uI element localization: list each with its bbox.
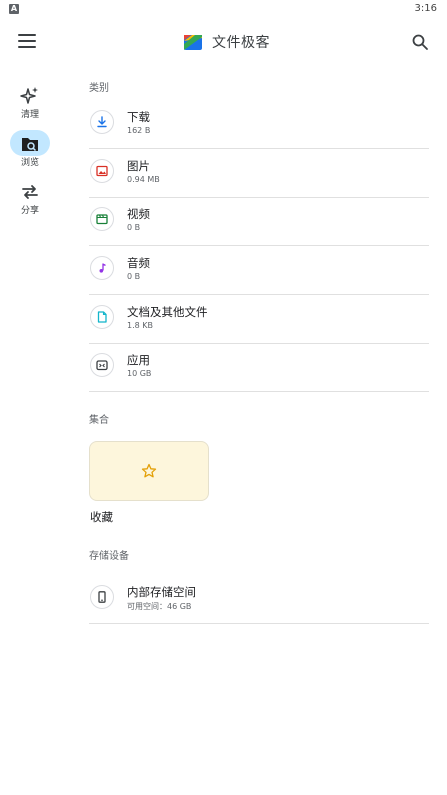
category-size: 0 B — [127, 272, 141, 281]
search-icon[interactable] — [411, 33, 429, 51]
category-images[interactable]: 图片 0.94 MB — [89, 150, 429, 198]
category-size: 10 GB — [127, 369, 152, 378]
files-logo-icon — [184, 35, 202, 50]
browse-folder-icon — [19, 133, 41, 155]
download-icon — [90, 110, 114, 134]
section-label-categories: 类别 — [89, 83, 109, 94]
rail-item-browse[interactable]: 浏览 — [0, 130, 60, 174]
category-documents[interactable]: 文档及其他文件 1.8 KB — [89, 296, 429, 344]
favorites-label: 收藏 — [90, 510, 113, 524]
category-title: 图片 — [127, 159, 150, 173]
section-label-collections: 集合 — [89, 415, 109, 426]
rail-item-share[interactable]: 分享 — [0, 178, 60, 222]
video-icon — [90, 207, 114, 231]
category-title: 视频 — [127, 207, 150, 221]
star-icon — [141, 463, 157, 478]
music-note-icon — [90, 256, 114, 280]
image-icon — [90, 159, 114, 183]
sparkle-icon — [19, 85, 41, 107]
favorites-card[interactable] — [89, 441, 209, 501]
storage-title: 内部存储空间 — [127, 585, 196, 599]
category-size: 1.8 KB — [127, 321, 153, 330]
status-time: 3:16 — [414, 3, 437, 14]
category-title: 应用 — [127, 353, 150, 367]
rail-item-clean[interactable]: 清理 — [0, 82, 60, 126]
category-title: 文档及其他文件 — [127, 305, 208, 319]
category-apps[interactable]: 应用 10 GB — [89, 344, 429, 392]
rail-item-label: 清理 — [20, 110, 39, 120]
phone-icon — [90, 585, 114, 609]
section-label-storage: 存储设备 — [89, 551, 129, 562]
category-title: 音频 — [127, 256, 150, 270]
category-downloads[interactable]: 下载 162 B — [89, 101, 429, 149]
rail-item-label: 分享 — [20, 206, 39, 216]
category-audio[interactable]: 音频 0 B — [89, 247, 429, 295]
category-size: 0 B — [127, 223, 141, 232]
document-icon — [90, 305, 114, 329]
status-bar: A 3:16 — [0, 0, 447, 20]
notification-indicator: A — [9, 4, 19, 14]
category-size: 162 B — [127, 126, 151, 135]
swap-arrows-icon — [19, 181, 41, 203]
storage-free-space: 可用空间：46 GB — [127, 602, 192, 611]
app-title: 文件极客 — [212, 35, 270, 51]
category-title: 下载 — [127, 110, 150, 124]
menu-icon[interactable] — [18, 34, 36, 50]
app-icon — [90, 353, 114, 377]
app-bar: 文件极客 — [0, 20, 447, 64]
internal-storage-row[interactable]: 内部存储空间 可用空间：46 GB — [89, 576, 429, 624]
category-videos[interactable]: 视频 0 B — [89, 198, 429, 246]
rail-item-label: 浏览 — [20, 158, 39, 168]
category-size: 0.94 MB — [127, 175, 160, 184]
